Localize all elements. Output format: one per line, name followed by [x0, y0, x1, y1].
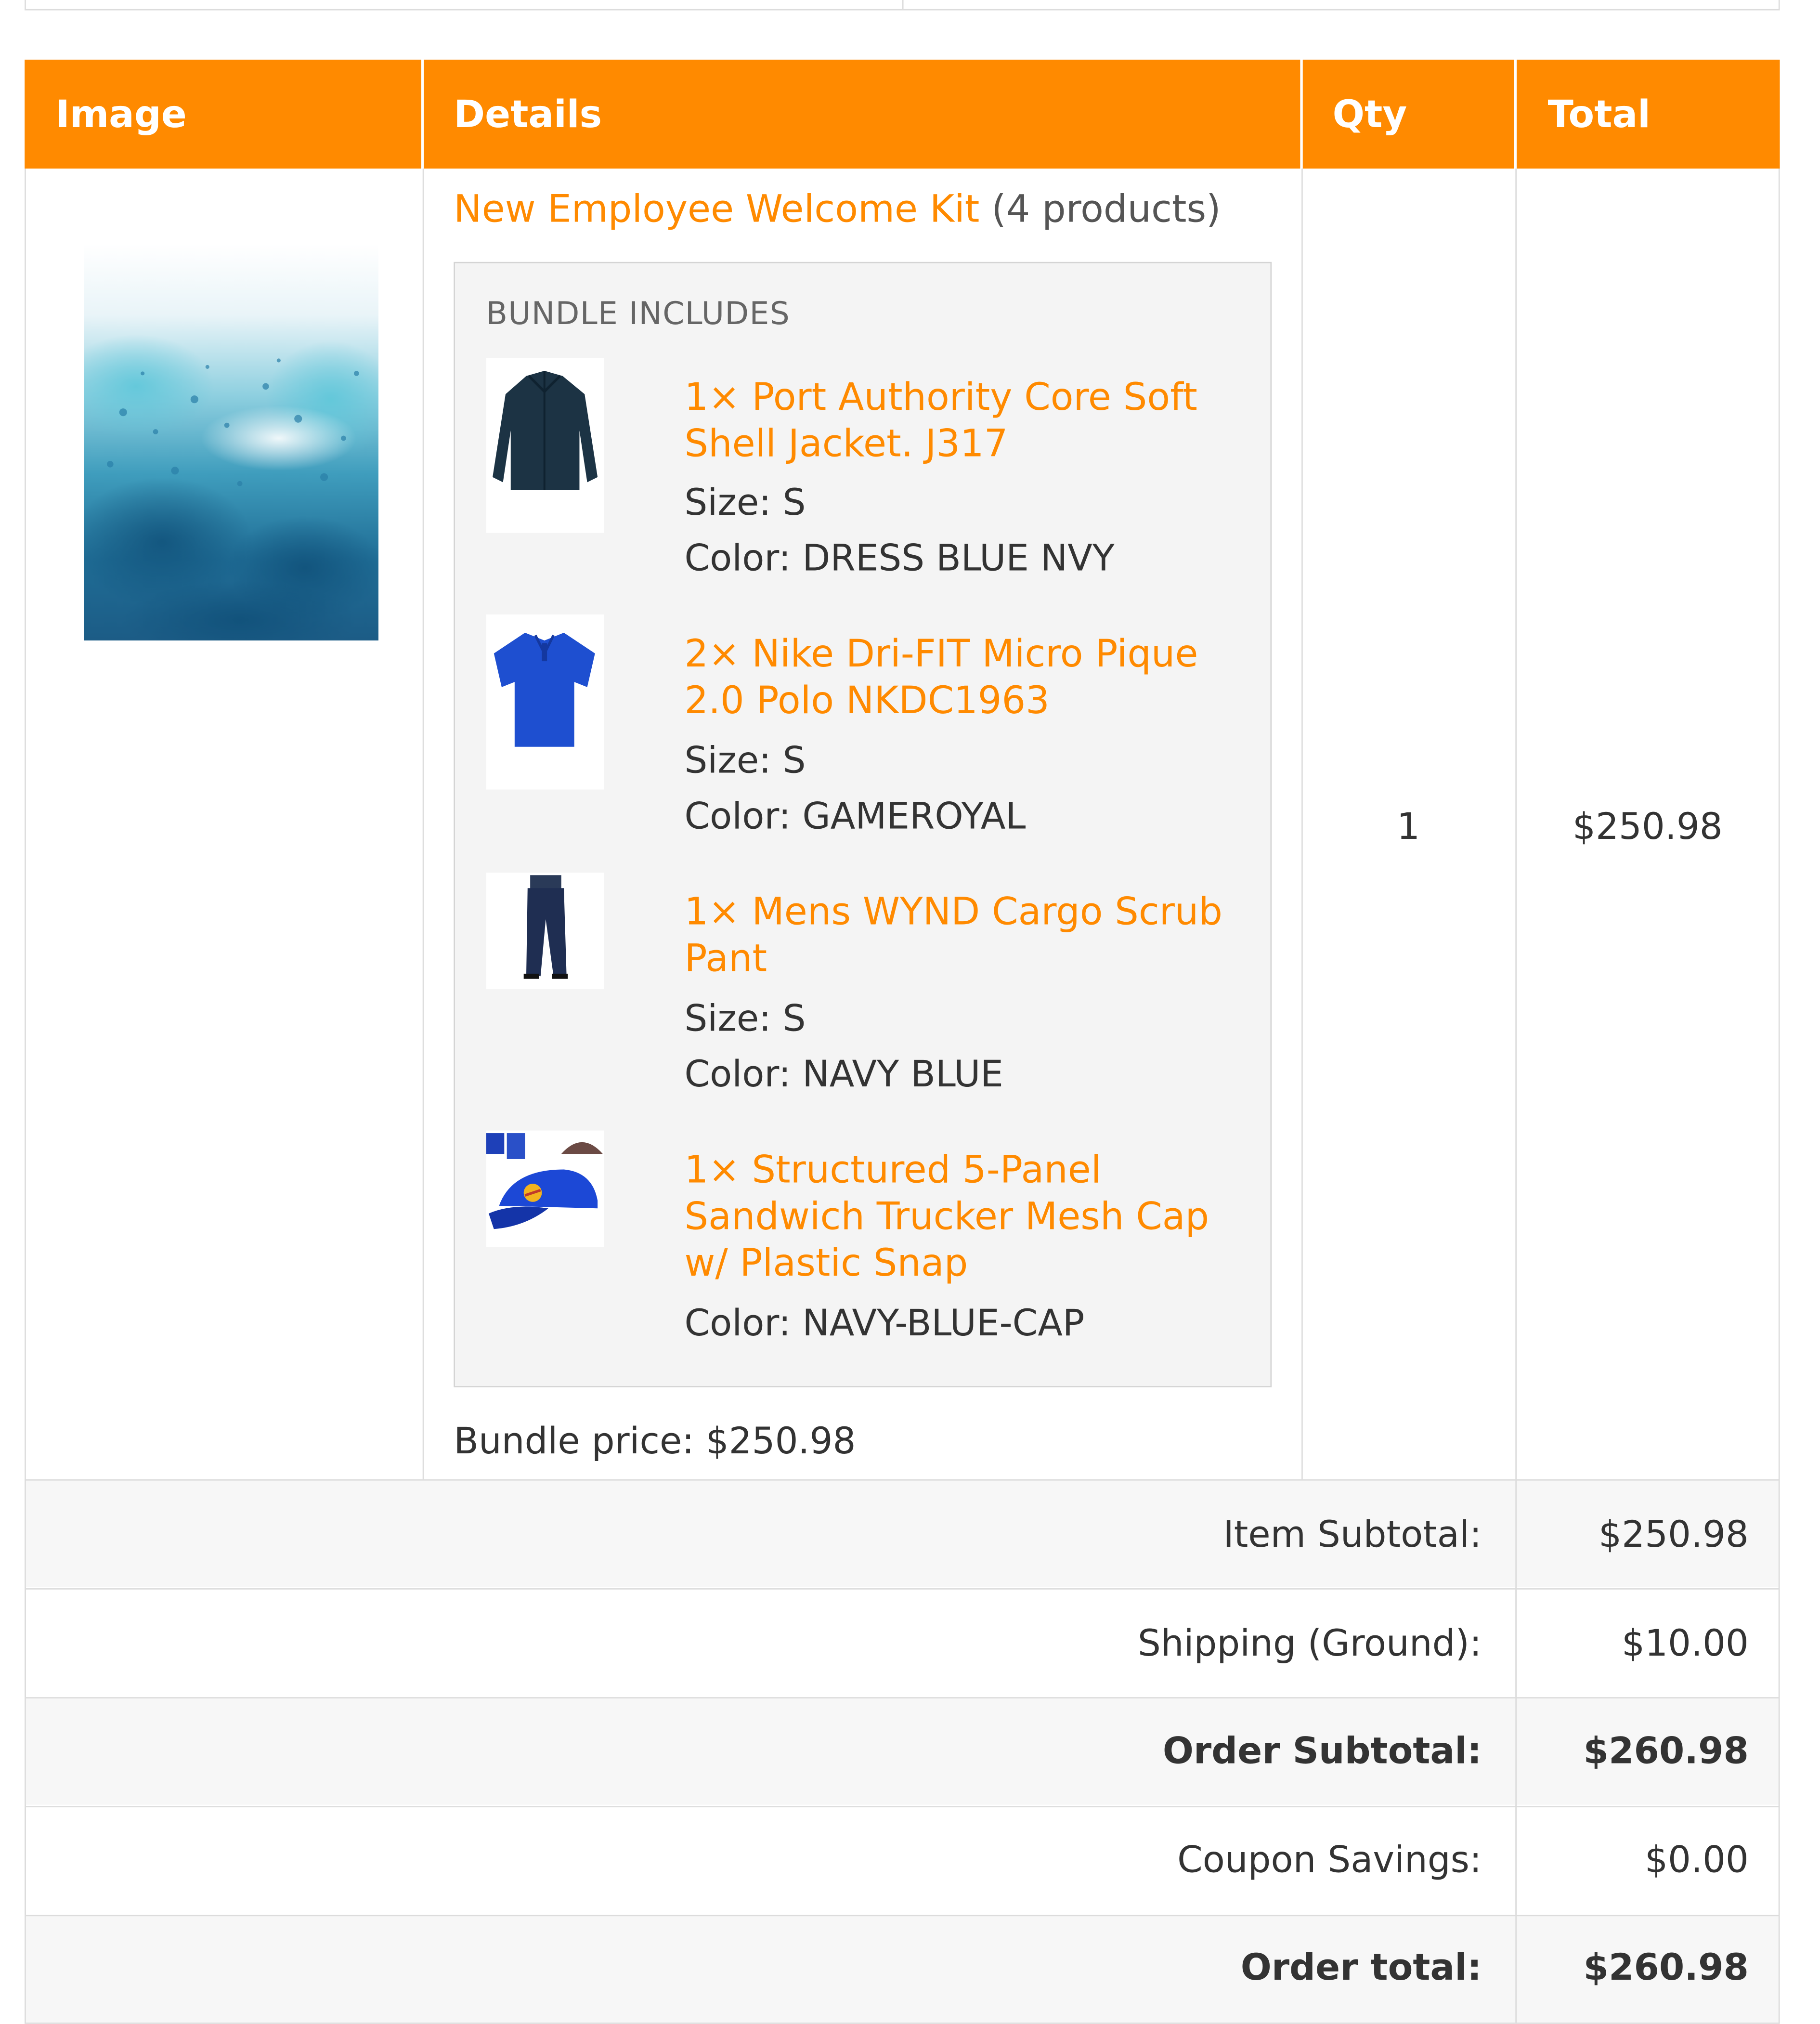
column-header-image: Image [55, 92, 187, 136]
previous-table-border-left [25, 0, 26, 11]
bundle-item-color: Color: GAMEROYAL [684, 795, 1026, 838]
polo-thumbnail[interactable] [486, 614, 604, 790]
coupon-savings-label: Coupon Savings: [1177, 1838, 1482, 1881]
bundle-name-link[interactable]: New Employee Welcome Kit [454, 187, 979, 231]
jacket-thumbnail[interactable] [486, 358, 604, 533]
table-border-left [25, 1479, 26, 2024]
shipping-value: $10.00 [1622, 1622, 1749, 1665]
item-subtotal-value: $250.98 [1599, 1513, 1749, 1556]
bundle-item-color: Color: NAVY-BLUE-CAP [684, 1302, 1085, 1345]
order-subtotal-value: $260.98 [1583, 1729, 1749, 1773]
bundle-item-size: Size: S [684, 997, 806, 1040]
table-border-right [1778, 1479, 1780, 2024]
column-divider-image [422, 168, 424, 1479]
order-table: Image Details Qty Total New Employee Wel… [0, 0, 1820, 2024]
bundle-image[interactable] [84, 244, 379, 640]
bundle-item-color: Color: DRESS BLUE NVY [684, 536, 1115, 580]
bundle-item-color: Color: NAVY BLUE [684, 1053, 1003, 1096]
order-subtotal-label: Order Subtotal: [1162, 1729, 1482, 1773]
jacket-icon [493, 370, 598, 490]
polo-shirt-icon [494, 632, 595, 747]
bundle-item-name[interactable]: 1× Port Authority Core Soft Shell Jacket… [685, 373, 1229, 467]
item-subtotal-label: Item Subtotal: [1223, 1513, 1482, 1556]
bundle-item-name[interactable]: 1× Structured 5-Panel Sandwich Trucker M… [685, 1146, 1229, 1286]
bundle-quantity: 1 [1397, 805, 1420, 848]
order-total-value: $260.98 [1583, 1946, 1749, 1989]
column-header-qty: Qty [1332, 92, 1407, 136]
shipping-label: Shipping (Ground): [1137, 1622, 1482, 1665]
bundle-item-name[interactable]: 1× Mens WYND Cargo Scrub Pant [685, 888, 1229, 981]
bundle-item-size: Size: S [684, 481, 806, 524]
order-total-label: Order total: [1240, 1946, 1482, 1989]
previous-table-border-right [1778, 0, 1780, 11]
bundle-item-size: Size: S [684, 739, 806, 782]
bundle-product-count: (4 products) [991, 186, 1221, 231]
coupon-savings-value: $0.00 [1645, 1838, 1749, 1881]
bundle-line-total: $250.98 [1573, 805, 1723, 848]
bundle-includes-caption: BUNDLE INCLUDES [486, 295, 791, 332]
bundle-item-name[interactable]: 2× Nike Dri-FIT Micro Pique 2.0 Polo NKD… [685, 630, 1229, 723]
bundle-title: New Employee Welcome Kit (4 products) [454, 187, 1221, 231]
column-header-details: Details [454, 92, 602, 136]
pants-icon [523, 875, 568, 979]
cap-thumbnail[interactable] [486, 1130, 604, 1247]
column-header-total: Total [1547, 92, 1651, 136]
cap-icon [486, 1133, 603, 1229]
column-divider-qty [1515, 1479, 1517, 2024]
pants-thumbnail[interactable] [486, 872, 604, 990]
previous-table-divider [902, 0, 904, 11]
watercolor-bundle-image [84, 244, 379, 640]
bundle-price: Bundle price: $250.98 [454, 1420, 856, 1463]
